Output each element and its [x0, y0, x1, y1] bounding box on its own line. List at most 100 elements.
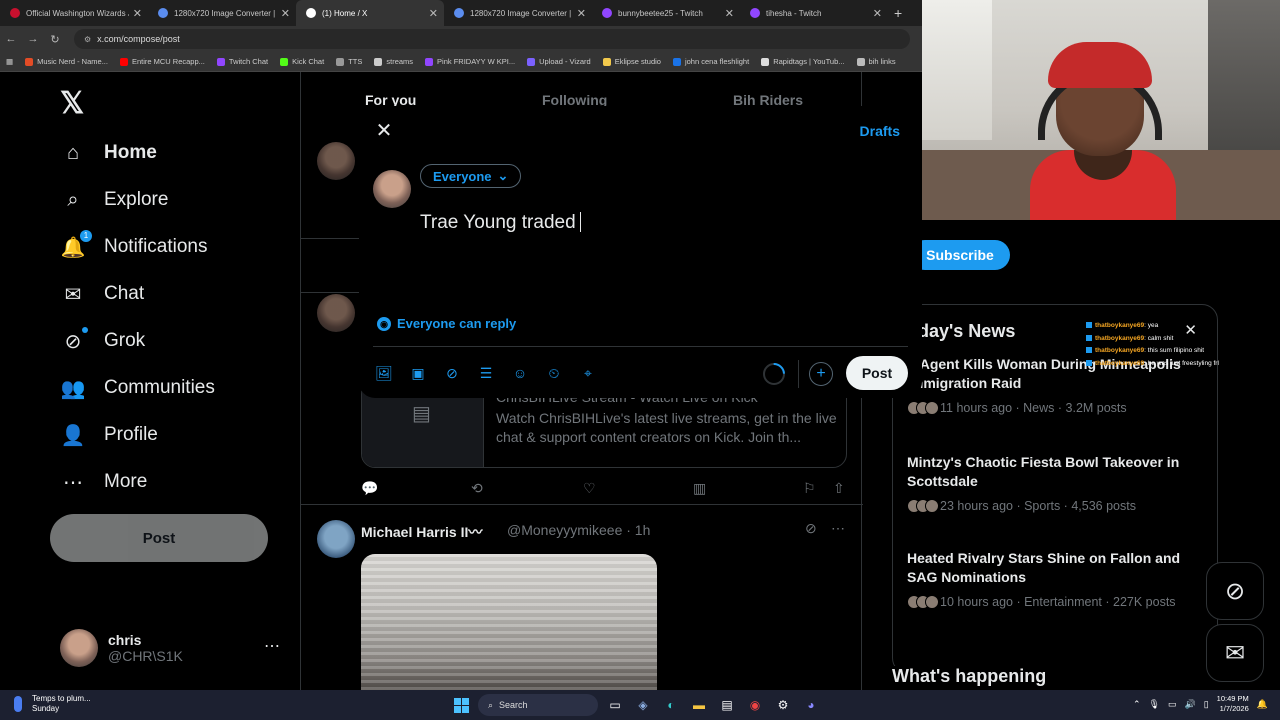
weather-widget[interactable]: Temps to plum... Sunday	[12, 694, 91, 714]
subscribe-button[interactable]: Subscribe	[910, 240, 1010, 270]
emoji-icon[interactable]: ☺	[509, 362, 531, 384]
sidebar-item-home[interactable]: ⌂ Home	[60, 133, 157, 173]
bookmark-item[interactable]: Upload - Vizard	[527, 57, 591, 66]
share-icon[interactable]: ⇧	[833, 480, 845, 497]
microphone-icon[interactable]: 🎙	[1149, 699, 1160, 710]
drafts-button[interactable]: Drafts	[860, 123, 900, 139]
bookmark-item[interactable]: TTS	[336, 57, 362, 66]
apps-grid-icon[interactable]: ▦	[6, 57, 13, 66]
back-icon[interactable]: ←	[0, 33, 22, 45]
grok-icon: ⊘	[1224, 577, 1246, 605]
bookmark-label: Entire MCU Recapp...	[131, 57, 205, 66]
grok-icon[interactable]: ⊘	[441, 362, 463, 384]
app-icon[interactable]: ⚙	[772, 694, 794, 716]
grok-icon[interactable]: ⊘	[805, 520, 817, 537]
close-icon[interactable]: ✕	[373, 120, 395, 142]
sidebar-item-communities[interactable]: 👥 Communities	[60, 368, 215, 408]
bookmark-item[interactable]: Pink FRIDAYY W KPI...	[425, 57, 515, 66]
post-avatar[interactable]	[317, 520, 355, 558]
store-icon[interactable]: ▤	[716, 694, 738, 716]
bookmark-item[interactable]: bih links	[856, 57, 896, 66]
news-item[interactable]: Mintzy's Chaotic Fiesta Bowl Takeover in…	[907, 453, 1207, 513]
messages-float-button[interactable]: ✉	[1206, 624, 1264, 682]
more-dots-icon[interactable]: ⋯	[264, 636, 280, 656]
close-tab-icon[interactable]: ✕	[577, 7, 586, 20]
browser-tab[interactable]: (1) Home / X ✕	[296, 0, 444, 26]
close-tab-icon[interactable]: ✕	[281, 7, 290, 20]
browser-tab[interactable]: tihesha - Twitch ✕	[740, 0, 888, 26]
clock[interactable]: 10:49 PM 1/7/2026	[1217, 694, 1249, 714]
chat-username: thatboykanye69	[1095, 322, 1145, 329]
post-button[interactable]: Post	[846, 356, 908, 390]
taskbar-search[interactable]: ⌕ Search	[478, 694, 598, 716]
repost-icon[interactable]: ⟲	[471, 480, 483, 497]
add-post-button[interactable]: +	[809, 362, 833, 386]
task-view-icon[interactable]: ▭	[604, 694, 626, 716]
close-tab-icon[interactable]: ✕	[873, 7, 882, 20]
bookmark-favicon-icon	[856, 57, 865, 66]
forward-icon[interactable]: →	[22, 33, 44, 45]
more-dots-icon[interactable]: ⋯	[831, 520, 845, 537]
location-icon[interactable]: ⌖	[577, 362, 599, 384]
bookmark-item[interactable]: streams	[374, 57, 413, 66]
compose-textarea[interactable]: Trae Young traded	[420, 212, 581, 234]
volume-icon[interactable]: 🔊	[1185, 699, 1196, 710]
network-icon[interactable]: ▭	[1168, 699, 1177, 710]
views-icon[interactable]: ▥	[693, 480, 706, 497]
reply-settings-label: Everyone can reply	[397, 316, 517, 331]
sidebar-item-grok[interactable]: ⊘ Grok	[60, 321, 145, 361]
sidebar-item-profile[interactable]: 👤 Profile	[60, 415, 158, 455]
sidebar-post-button[interactable]: Post	[50, 514, 268, 562]
like-icon[interactable]: ♡	[583, 480, 596, 497]
bookmark-item[interactable]: john cena fleshlight	[672, 57, 749, 66]
close-tab-icon[interactable]: ✕	[725, 7, 734, 20]
close-tab-icon[interactable]: ✕	[133, 7, 142, 20]
post-avatar[interactable]	[317, 294, 355, 332]
reply-icon[interactable]: 💬	[361, 480, 378, 497]
discord-icon[interactable]: ◕	[800, 694, 822, 716]
bookmark-item[interactable]: Entire MCU Recapp...	[119, 57, 205, 66]
browser-tab[interactable]: 1280x720 Image Converter | Fr ✕	[148, 0, 296, 26]
bookmark-item[interactable]: Kick Chat	[280, 57, 324, 66]
poll-icon[interactable]: ☰	[475, 362, 497, 384]
sidebar-item-more[interactable]: ⋯ More	[60, 462, 147, 502]
site-info-icon[interactable]: ⚙	[84, 35, 91, 44]
new-tab-icon[interactable]: +	[894, 5, 902, 21]
bookmark-favicon-icon	[280, 57, 289, 66]
webcam-overlay	[922, 0, 1280, 220]
account-switcher[interactable]: chris @CHR\S1K ⋯	[60, 628, 290, 668]
news-item[interactable]: Heated Rivalry Stars Shine on Fallon and…	[907, 549, 1207, 609]
x-logo-icon[interactable]: 𝕏	[60, 86, 84, 121]
browser-tab[interactable]: Official Washington Wizards Je ✕	[0, 0, 148, 26]
bookmark-item[interactable]: Eklipse studio	[602, 57, 661, 66]
browser-tab[interactable]: bunnybeetee25 - Twitch ✕	[592, 0, 740, 26]
browser-tab[interactable]: 1280x720 Image Converter | Fr ✕	[444, 0, 592, 26]
image-icon[interactable]: 🖼	[373, 362, 395, 384]
bookmark-item[interactable]: Rapidtags | YouTub...	[761, 57, 845, 66]
url-field[interactable]: ⚙ x.com/compose/post	[74, 29, 910, 49]
audience-selector[interactable]: Everyone ⌄	[420, 164, 522, 188]
sidebar-item-chat[interactable]: ✉ Chat	[60, 274, 145, 314]
post-media-image[interactable]	[361, 554, 657, 694]
schedule-icon[interactable]: ⏲	[543, 362, 565, 384]
bookmark-icon[interactable]: ⚐	[803, 480, 816, 497]
file-explorer-icon[interactable]: ▬	[688, 694, 710, 716]
sidebar-item-explore[interactable]: ⌕ Explore	[60, 180, 168, 220]
chrome-icon[interactable]: ◉	[744, 694, 766, 716]
post-author-name[interactable]: Michael Harris II〰	[361, 522, 482, 542]
sidebar-item-notifications[interactable]: 🔔 1 Notifications	[60, 227, 208, 267]
battery-icon[interactable]: ▯	[1204, 699, 1209, 710]
close-tab-icon[interactable]: ✕	[429, 7, 438, 20]
reload-icon[interactable]: ↻	[44, 33, 66, 46]
gif-icon[interactable]: ▣	[407, 362, 429, 384]
copilot-icon[interactable]: ◈	[632, 694, 654, 716]
chevron-up-icon[interactable]: ⌃	[1133, 699, 1141, 710]
bookmark-item[interactable]: Twitch Chat	[216, 57, 268, 66]
notification-icon[interactable]: 🔔	[1257, 699, 1268, 710]
edge-icon[interactable]: ◐	[660, 694, 682, 716]
grok-float-button[interactable]: ⊘	[1206, 562, 1264, 620]
bookmark-item[interactable]: Music Nerd - Name...	[25, 57, 108, 66]
start-icon[interactable]	[450, 694, 472, 716]
reply-settings-button[interactable]: ◉ Everyone can reply	[377, 316, 516, 331]
post-author-handle[interactable]: @Moneyyymikeee · 1h	[507, 522, 650, 538]
